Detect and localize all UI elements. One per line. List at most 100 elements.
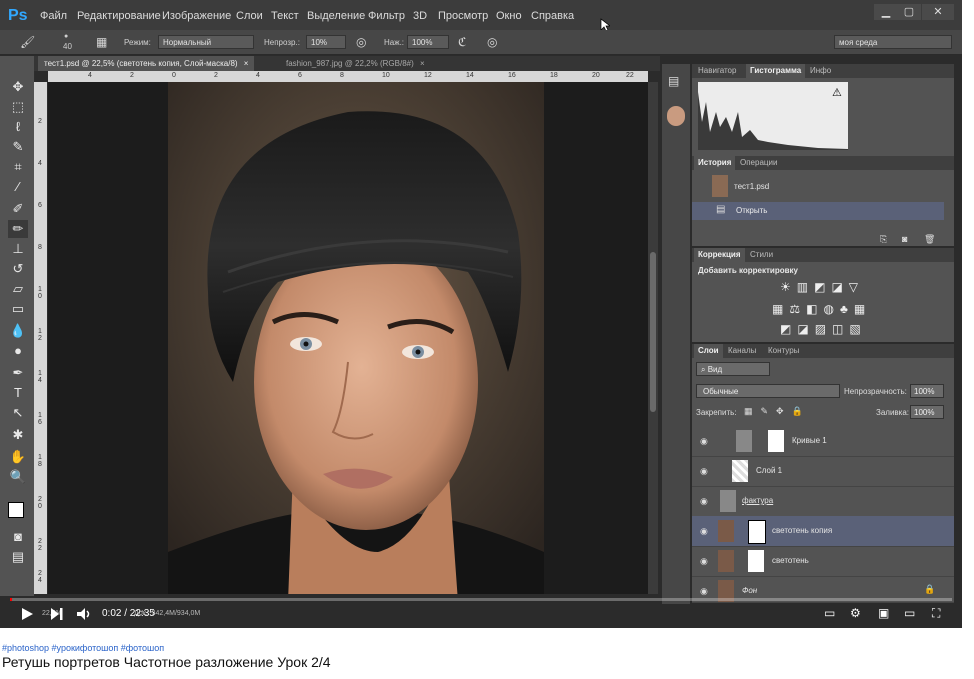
brush-tool-icon[interactable]: ✏ [8, 220, 28, 238]
menu-window[interactable]: Окно [496, 10, 522, 22]
selective-color-icon[interactable]: ◫ [832, 322, 849, 336]
settings-gear-icon[interactable]: ⚙ [850, 606, 861, 620]
quick-mask-icon[interactable]: ◙ [8, 528, 28, 546]
levels-icon[interactable]: ▥ [797, 280, 814, 294]
pen-tool-icon[interactable]: ✒ [8, 364, 28, 382]
shape-tool-icon[interactable]: ✱ [8, 426, 28, 444]
exposure-icon[interactable]: ◪ [831, 280, 848, 294]
quick-select-tool-icon[interactable]: ✎ [8, 138, 28, 156]
invert-icon[interactable]: ◩ [780, 322, 797, 336]
type-tool-icon[interactable]: T [8, 384, 28, 402]
tab-test1-psd[interactable]: тест1.psd @ 22,5% (светотень копия, Слой… [38, 56, 255, 71]
menu-file[interactable]: Файл [40, 10, 67, 22]
posterize-icon[interactable]: ◪ [797, 322, 814, 336]
foreground-color-swatch[interactable] [8, 502, 24, 518]
tab-adjustments[interactable]: Коррекция [694, 248, 745, 262]
photo-filter-icon[interactable]: ◍ [823, 302, 839, 316]
tab-histogram[interactable]: Гистограмма [746, 64, 806, 78]
play-icon[interactable] [20, 607, 34, 621]
menu-view[interactable]: Просмотр [438, 10, 488, 22]
path-select-tool-icon[interactable]: ↖ [8, 404, 28, 422]
flow-input[interactable]: 100% [407, 35, 449, 49]
screen-mode-icon[interactable]: ▤ [8, 548, 28, 566]
visibility-eye-icon[interactable]: ◉ [700, 466, 708, 477]
healing-brush-tool-icon[interactable]: ✐ [8, 200, 28, 218]
eraser-tool-icon[interactable]: ▱ [8, 280, 28, 298]
curves-icon[interactable]: ◩ [814, 280, 831, 294]
layer-row[interactable]: ◉ Слой 1 [692, 456, 954, 487]
tab-close-icon[interactable]: × [420, 59, 425, 68]
adjustment-icons-row3[interactable]: ◩◪▨◫▧ [780, 322, 867, 336]
layer-row[interactable]: ◉ Кривые 1 [692, 426, 954, 457]
layer-opacity-input[interactable]: 100% [910, 384, 944, 398]
move-tool-icon[interactable]: ✥ [8, 78, 28, 96]
color-lookup-icon[interactable]: ▦ [854, 302, 871, 316]
tab-close-icon[interactable]: × [244, 59, 249, 68]
vibrance-icon[interactable]: ▽ [849, 280, 864, 294]
menu-help[interactable]: Справка [531, 10, 574, 22]
tab-fashion-jpg[interactable]: fashion_987.jpg @ 22,2% (RGB/8#) × [280, 56, 431, 71]
stamp-tool-icon[interactable]: ⊥ [8, 240, 28, 258]
layer-row[interactable]: ◉ фактура [692, 486, 954, 517]
properties-icon[interactable]: ▤ [668, 74, 679, 88]
tab-layers[interactable]: Слои [694, 344, 723, 358]
volume-icon[interactable] [76, 607, 92, 621]
menu-filter[interactable]: Фильтр [368, 10, 405, 22]
airbrush-icon[interactable]: ℭ [458, 35, 466, 49]
brush-size-value[interactable]: 40 [63, 42, 72, 51]
layer-row[interactable]: ◉ светотень [692, 546, 954, 577]
hue-saturation-icon[interactable]: ▦ [772, 302, 789, 316]
menu-edit[interactable]: Редактирование [77, 10, 161, 22]
maximize-button[interactable]: ▢ [897, 4, 921, 20]
dodge-tool-icon[interactable]: ● [8, 342, 28, 360]
fill-input[interactable]: 100% [910, 405, 944, 419]
pressure-opacity-icon[interactable]: ◎ [356, 35, 366, 49]
layer-filter-select[interactable]: ⌕ Вид [696, 362, 770, 376]
workspace-select[interactable]: моя среда [834, 35, 952, 49]
gradient-tool-icon[interactable]: ▭ [8, 300, 28, 318]
tab-paths[interactable]: Контуры [764, 344, 803, 358]
brush-preview-icon[interactable] [667, 106, 685, 126]
tab-channels[interactable]: Каналы [724, 344, 760, 358]
video-hashtags[interactable]: #photoshop #урокифотошоп #фотошоп [2, 643, 164, 653]
miniplayer-icon[interactable]: ▣ [878, 606, 889, 620]
tab-history[interactable]: История [694, 156, 736, 170]
adjustment-icons-row2[interactable]: ▦⚖◧◍♣▦ [772, 302, 871, 316]
menu-text[interactable]: Текст [271, 10, 299, 22]
zoom-tool-icon[interactable]: 🔍 [8, 468, 28, 486]
pressure-size-icon[interactable]: ◎ [487, 35, 497, 49]
brush-opacity-input[interactable]: 10% [306, 35, 346, 49]
tab-info[interactable]: Инфо [806, 64, 835, 78]
gradient-map-icon[interactable]: ▧ [849, 322, 866, 336]
blur-tool-icon[interactable]: 💧 [8, 322, 28, 340]
history-brush-tool-icon[interactable]: ↺ [8, 260, 28, 278]
subtitles-icon[interactable]: ▭ [824, 606, 835, 620]
menu-select[interactable]: Выделение [307, 10, 365, 22]
color-balance-icon[interactable]: ⚖ [789, 302, 806, 316]
fullscreen-icon[interactable]: ⛶ [932, 606, 940, 621]
mode-select[interactable]: Нормальный [158, 35, 254, 49]
camera-icon[interactable]: ◙ [902, 234, 907, 244]
marquee-tool-icon[interactable]: ⬚ [8, 98, 28, 116]
theater-mode-icon[interactable]: ▭ [904, 606, 915, 620]
adjustment-icons-row1[interactable]: ☀▥◩◪▽ [780, 280, 864, 294]
brightness-icon[interactable]: ☀ [780, 280, 797, 294]
brush-preset-icon[interactable]: 🖌 [20, 35, 35, 49]
blend-mode-select[interactable]: Обычные [696, 384, 840, 398]
visibility-eye-icon[interactable]: ◉ [700, 526, 708, 537]
history-item-open[interactable]: ▤ Открыть [692, 202, 944, 220]
hand-tool-icon[interactable]: ✋ [8, 448, 28, 466]
crop-tool-icon[interactable]: ⌗ [8, 158, 28, 176]
visibility-eye-icon[interactable]: ◉ [700, 586, 708, 597]
eyedropper-tool-icon[interactable]: ⁄ [8, 178, 28, 196]
visibility-eye-icon[interactable]: ◉ [700, 556, 708, 567]
menu-layers[interactable]: Слои [236, 10, 263, 22]
visibility-eye-icon[interactable]: ◉ [700, 496, 708, 507]
document-canvas[interactable] [48, 82, 648, 594]
close-button[interactable]: ✕ [922, 4, 954, 20]
progress-bar[interactable] [10, 598, 952, 601]
menu-image[interactable]: Изображение [162, 10, 231, 22]
lock-icons[interactable]: ▦✎✥🔒 [744, 406, 811, 417]
trash-icon[interactable]: 🗑 [924, 234, 935, 245]
scrollbar-thumb[interactable] [650, 252, 656, 412]
